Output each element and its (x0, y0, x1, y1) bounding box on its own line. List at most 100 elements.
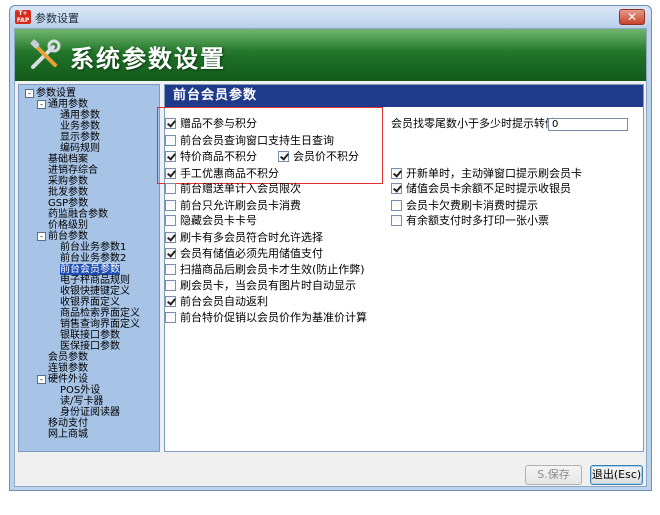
tree-item[interactable]: 前台业务参数2 (60, 253, 126, 264)
option-checkbox[interactable]: 特价商品不积分 (165, 150, 257, 164)
option-label: 前台赠送单计入会员限次 (180, 182, 301, 195)
checkbox-box[interactable] (391, 183, 402, 194)
option-checkbox[interactable]: 会员价不积分 (278, 150, 359, 164)
title-bar[interactable]: T+ FAP 参数设置 ✕ (10, 6, 651, 28)
tree-item-label: 医保接口参数 (60, 341, 120, 352)
tree-item[interactable]: 身份证阅读器 (60, 407, 120, 418)
tree-item[interactable]: 电子秤商品规则 (60, 275, 130, 286)
checkbox-box[interactable] (391, 215, 402, 226)
checkbox-box[interactable] (278, 151, 289, 162)
option-label: 扫描商品后刷会员卡才生效(防止作弊) (180, 263, 365, 276)
tree-item[interactable]: 收银界面定义 (60, 297, 120, 308)
option-checkbox[interactable]: 前台特价促销以会员价作为基准价计算 (165, 311, 367, 325)
tree-item[interactable]: 药监融合参数 (48, 209, 108, 220)
tree-item[interactable]: GSP参数 (48, 198, 88, 209)
tree-expander-icon[interactable]: - (37, 375, 46, 384)
checkbox-box[interactable] (165, 168, 176, 179)
tree-item-label: 银联接口参数 (60, 330, 120, 341)
checkbox-box[interactable] (165, 296, 176, 307)
tree-item-label: 前台业务参数2 (60, 253, 127, 264)
settings-tree[interactable]: - 参数设置 - 通用参数 通用参数 业务参数 显示参数 编码规则 基础档案 进销存综合 采购参数批… (18, 84, 160, 452)
checkbox-box[interactable] (165, 248, 176, 259)
tree-item[interactable]: POS外设 (60, 385, 100, 396)
option-checkbox[interactable]: 扫描商品后刷会员卡才生效(防止作弊) (165, 263, 365, 277)
option-checkbox[interactable]: 前台会员自动返利 (165, 295, 268, 309)
zero-tail-input[interactable]: 0 (548, 118, 628, 131)
option-checkbox[interactable]: 赠品不参与积分 (165, 117, 257, 131)
tree-item[interactable]: - 通用参数 (37, 99, 88, 110)
tree-item-label: 通用参数 (60, 110, 100, 121)
option-checkbox[interactable]: 会员卡欠费刷卡消费时提示 (391, 199, 538, 213)
tree-item[interactable]: 连锁参数 (48, 363, 88, 374)
tree-item-label: 身份证阅读器 (60, 407, 120, 418)
tree-item-label: 采购参数 (48, 176, 88, 187)
checkbox-box[interactable] (391, 200, 402, 211)
option-checkbox[interactable]: 刷卡有多会员符合时允许选择 (165, 231, 323, 245)
checkbox-box[interactable] (165, 183, 176, 194)
tree-item-label: 价格级别 (48, 220, 88, 231)
option-checkbox[interactable]: 前台会员查询窗口支持生日查询 (165, 134, 334, 148)
tree-item[interactable]: 进销存综合 (48, 165, 98, 176)
tree-item-label: 销售查询界面定义 (60, 319, 140, 330)
exit-button[interactable]: 退出(Esc) (590, 465, 643, 485)
option-checkbox[interactable]: 开新单时，主动弹窗口提示刷会员卡 (391, 167, 582, 181)
tree-item[interactable]: 通用参数 (60, 110, 100, 121)
close-button[interactable]: ✕ (619, 9, 645, 25)
tree-item[interactable]: - 参数设置 (25, 88, 76, 99)
checkbox-box[interactable] (165, 151, 176, 162)
tree-item[interactable]: 批发参数 (48, 187, 88, 198)
tree-item-label: 药监融合参数 (48, 209, 108, 220)
tools-icon (30, 39, 61, 69)
checkbox-box[interactable] (391, 168, 402, 179)
tree-item[interactable]: 医保接口参数 (60, 341, 120, 352)
tree-item[interactable]: 基础档案 (48, 154, 88, 165)
tree-expander-icon[interactable]: - (37, 100, 46, 109)
tree-item[interactable]: 会员参数 (48, 352, 88, 363)
option-label: 刷会员卡，当会员有图片时自动显示 (180, 279, 356, 292)
tree-item-label: 通用参数 (48, 99, 88, 110)
checkbox-box[interactable] (165, 135, 176, 146)
tree-item[interactable]: 移动支付 (48, 418, 88, 429)
option-checkbox[interactable]: 储值会员卡余额不足时提示收银员 (391, 182, 571, 196)
close-icon: ✕ (626, 10, 638, 24)
option-checkbox[interactable]: 手工优惠商品不积分 (165, 167, 279, 181)
tree-item[interactable]: 业务参数 (60, 121, 100, 132)
option-checkbox[interactable]: 前台赠送单计入会员限次 (165, 182, 301, 196)
checkbox-box[interactable] (165, 232, 176, 243)
tree-item-label: 批发参数 (48, 187, 88, 198)
checkbox-box[interactable] (165, 280, 176, 291)
tree-item[interactable]: 商品检索界面定义 (60, 308, 140, 319)
checkbox-box[interactable] (165, 264, 176, 275)
checkbox-box[interactable] (165, 200, 176, 211)
tree-item[interactable]: 价格级别 (48, 220, 88, 231)
tree-item[interactable]: 前台业务参数1 (60, 242, 126, 253)
tree-item[interactable]: 银联接口参数 (60, 330, 120, 341)
tree-item[interactable]: 前台会员参数 (60, 264, 120, 275)
save-button[interactable]: S.保存 (525, 465, 582, 485)
tree-item-label: 收银界面定义 (60, 297, 120, 308)
tree-item[interactable]: 显示参数 (60, 132, 100, 143)
banner-title: 系统参数设置 (70, 45, 226, 73)
option-checkbox[interactable]: 有余额支付时多打印一张小票 (391, 214, 549, 228)
tree-item[interactable]: 销售查询界面定义 (60, 319, 140, 330)
option-checkbox[interactable]: 隐藏会员卡卡号 (165, 214, 257, 228)
tree-item[interactable]: 采购参数 (48, 176, 88, 187)
tree-item[interactable]: 读/写卡器 (60, 396, 103, 407)
tree-item[interactable]: 收银快捷键定义 (60, 286, 130, 297)
option-checkbox[interactable]: 刷会员卡，当会员有图片时自动显示 (165, 279, 356, 293)
tree-item-label: GSP参数 (48, 198, 89, 209)
option-label: 开新单时，主动弹窗口提示刷会员卡 (406, 167, 582, 180)
tree-expander-icon[interactable]: - (37, 232, 46, 241)
tree-expander-icon[interactable]: - (25, 89, 34, 98)
checkbox-box[interactable] (165, 312, 176, 323)
tree-item[interactable]: - 硬件外设 (37, 374, 88, 385)
option-label: 隐藏会员卡卡号 (180, 214, 257, 227)
option-checkbox[interactable]: 会员有储值必须先用储值支付 (165, 247, 323, 261)
tree-item[interactable]: 网上商城 (48, 429, 88, 440)
checkbox-box[interactable] (165, 118, 176, 129)
tree-item[interactable]: - 前台参数 (37, 231, 88, 242)
option-label: 赠品不参与积分 (180, 117, 257, 130)
tree-item[interactable]: 编码规则 (60, 143, 100, 154)
checkbox-box[interactable] (165, 215, 176, 226)
option-checkbox[interactable]: 前台只允许刷会员卡消费 (165, 199, 301, 213)
